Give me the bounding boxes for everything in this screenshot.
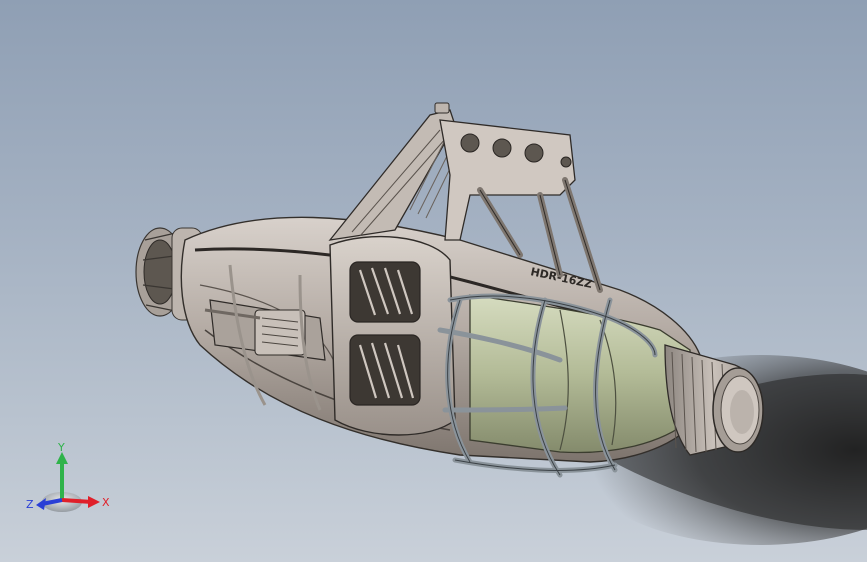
x-axis-arrow xyxy=(61,498,93,504)
y-axis-label: Y xyxy=(57,441,65,454)
engine-model-view[interactable]: HDR-16ZZ xyxy=(0,0,867,562)
cad-viewport[interactable]: HDR-16ZZ Y X Z xyxy=(0,0,867,562)
center-frame[interactable] xyxy=(329,235,456,436)
coordinate-triad[interactable]: Y X Z xyxy=(24,440,114,520)
x-axis-label: X xyxy=(102,496,110,509)
z-axis-head xyxy=(36,498,46,510)
z-axis-label: Z xyxy=(26,498,34,511)
x-axis-head xyxy=(88,496,100,508)
